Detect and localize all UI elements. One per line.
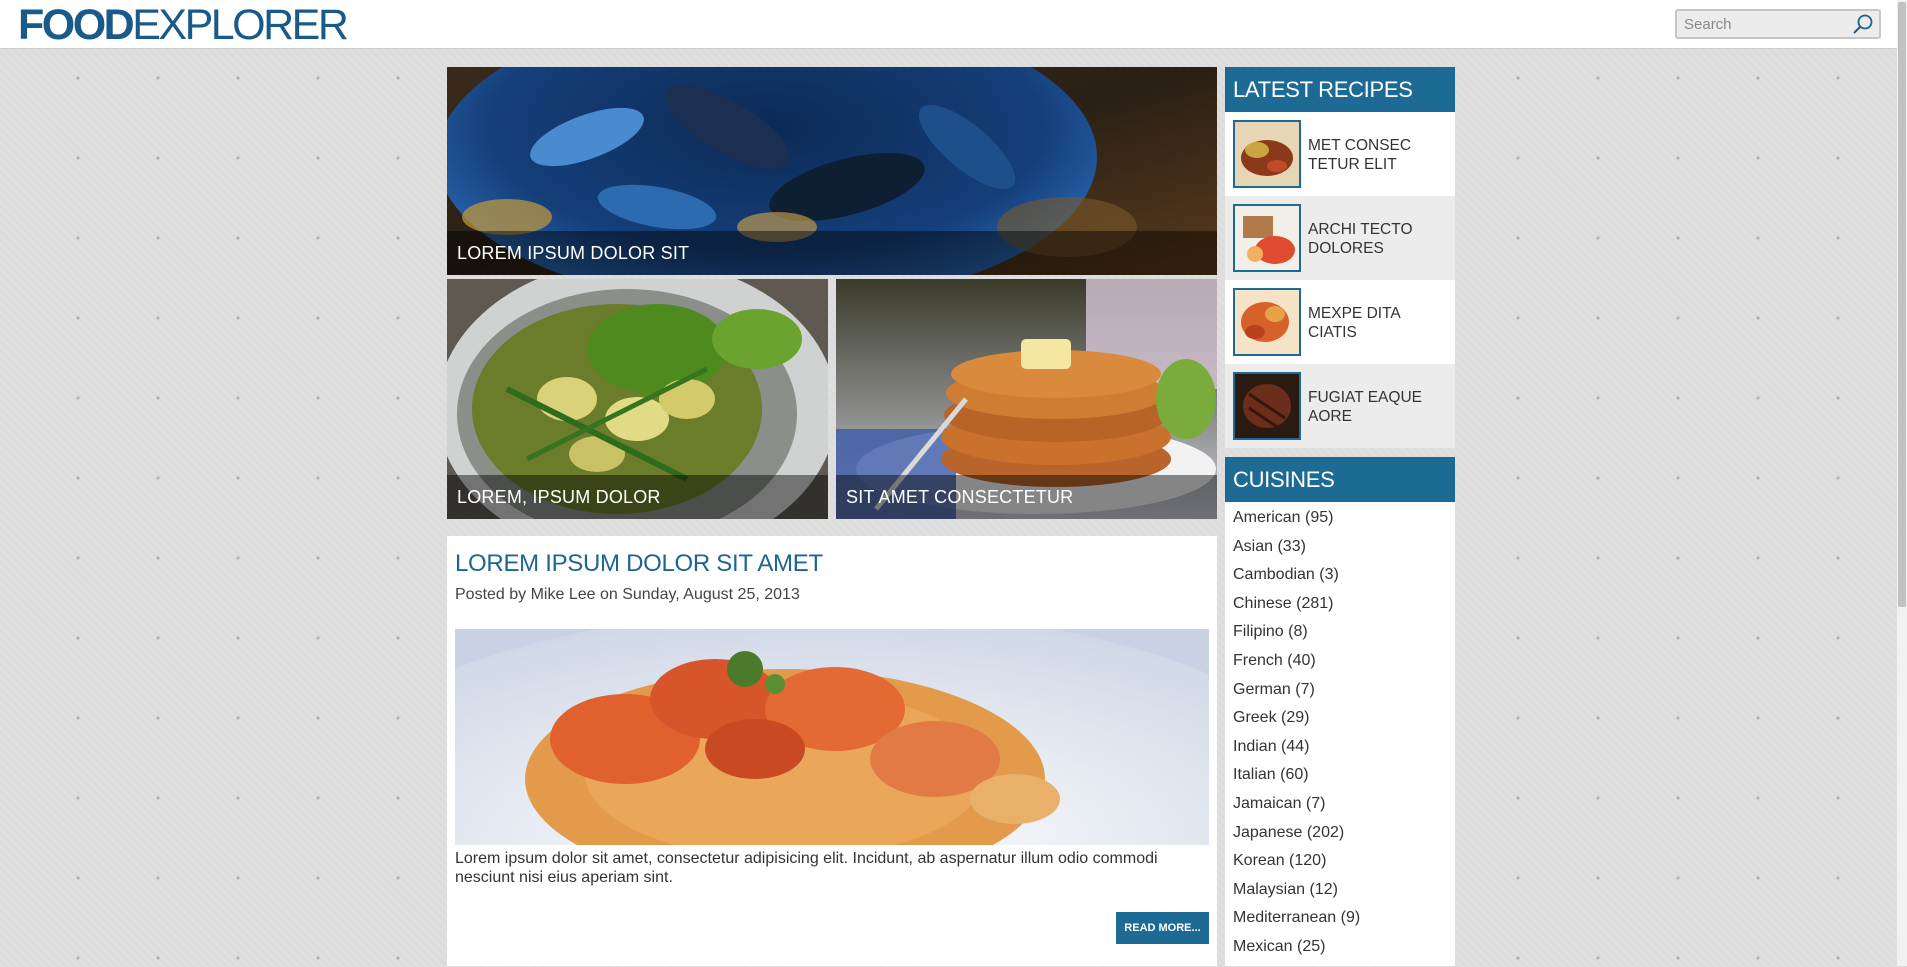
cuisine-item: Chinese (281)	[1233, 595, 1360, 624]
latest-recipes-header: LATEST RECIPES	[1225, 67, 1455, 112]
post-excerpt: Lorem ipsum dolor sit amet, consectetur …	[455, 850, 1158, 886]
recipe-thumbnail	[1233, 204, 1301, 272]
recipe-thumbnail	[1233, 288, 1301, 356]
cuisine-item: Cambodian (3)	[1233, 566, 1360, 595]
logo-food: FOOD	[18, 1, 135, 49]
cuisine-link[interactable]: Jamaican (7)	[1233, 795, 1325, 812]
cuisine-item: American (95)	[1233, 509, 1360, 538]
cuisine-item: Korean (120)	[1233, 852, 1360, 881]
cuisines-header: CUISINES	[1225, 457, 1455, 502]
cuisine-link[interactable]: Mexican (25)	[1233, 938, 1325, 955]
search-input[interactable]	[1677, 11, 1861, 37]
logo-explorer: EXPLORER	[132, 1, 349, 49]
featured-tile-salad[interactable]: LOREM, IPSUM DOLOR	[447, 279, 828, 519]
shrimp-pasta-image	[455, 629, 1209, 845]
recipe-item[interactable]: MEXPE DITA CIATIS	[1225, 280, 1455, 364]
read-more-button[interactable]: READ MORE...	[1116, 912, 1209, 944]
cuisine-link[interactable]: American (95)	[1233, 509, 1333, 526]
cuisine-item: Mediterranean (9)	[1233, 909, 1360, 938]
cuisine-item: Asian (33)	[1233, 538, 1360, 567]
cuisine-item: Indian (44)	[1233, 738, 1360, 767]
cuisine-link[interactable]: Japanese (202)	[1233, 824, 1344, 841]
recipe-item[interactable]: ARCHI TECTO DOLORES	[1225, 196, 1455, 280]
page-scrollbar[interactable]	[1897, 0, 1907, 966]
recipe-item[interactable]: FUGIAT EAQUE AORE	[1225, 364, 1455, 448]
recipe-thumbnail	[1233, 372, 1301, 440]
site-logo[interactable]: FOODEXPLORER	[18, 1, 349, 49]
cuisine-list: American (95) Asian (33) Cambodian (3) C…	[1233, 509, 1360, 967]
cuisine-link[interactable]: Cambodian (3)	[1233, 566, 1339, 583]
cuisine-link[interactable]: Filipino (8)	[1233, 623, 1308, 640]
recipe-title: ARCHI TECTO DOLORES	[1308, 221, 1413, 257]
recipe-title: MET CONSEC TETUR ELIT	[1308, 137, 1412, 173]
cuisine-link[interactable]: Malaysian (12)	[1233, 881, 1338, 898]
recipe-thumbnail	[1233, 120, 1301, 188]
cuisine-item: Malaysian (12)	[1233, 881, 1360, 910]
cuisine-link[interactable]: Indian (44)	[1233, 738, 1310, 755]
cuisine-item: Mexican (25)	[1233, 938, 1360, 967]
featured-tile-mussels[interactable]: LOREM IPSUM DOLOR SIT	[447, 67, 1217, 275]
featured-tile-pancakes[interactable]: SIT AMET CONSECTETUR	[836, 279, 1217, 519]
scrollbar-thumb[interactable]	[1898, 2, 1906, 607]
cuisine-item: Greek (29)	[1233, 709, 1360, 738]
post-title[interactable]: LOREM IPSUM DOLOR SIT AMET	[455, 550, 823, 578]
cuisine-item: Japanese (202)	[1233, 824, 1360, 853]
cuisine-item: Italian (60)	[1233, 766, 1360, 795]
recipe-title: FUGIAT EAQUE AORE	[1308, 389, 1422, 425]
blog-post: LOREM IPSUM DOLOR SIT AMET Posted by Mik…	[447, 536, 1217, 966]
search-box	[1675, 9, 1881, 39]
cuisine-link[interactable]: Italian (60)	[1233, 766, 1309, 783]
cuisine-link[interactable]: Asian (33)	[1233, 538, 1306, 555]
cuisine-item: German (7)	[1233, 681, 1360, 710]
search-icon[interactable]	[1851, 13, 1875, 35]
cuisine-item: French (40)	[1233, 652, 1360, 681]
cuisine-link[interactable]: French (40)	[1233, 652, 1316, 669]
post-meta: Posted by Mike Lee on Sunday, August 25,…	[455, 586, 800, 603]
cuisine-link[interactable]: Korean (120)	[1233, 852, 1326, 869]
cuisine-link[interactable]: Chinese (281)	[1233, 595, 1334, 612]
cuisine-link[interactable]: German (7)	[1233, 681, 1315, 698]
cuisine-item: Jamaican (7)	[1233, 795, 1360, 824]
featured-caption: SIT AMET CONSECTETUR	[836, 475, 1217, 519]
cuisine-link[interactable]: Greek (29)	[1233, 709, 1309, 726]
recipe-item[interactable]: MET CONSEC TETUR ELIT	[1225, 112, 1455, 196]
featured-caption: LOREM, IPSUM DOLOR	[447, 475, 828, 519]
cuisine-link[interactable]: Mediterranean (9)	[1233, 909, 1360, 926]
featured-caption: LOREM IPSUM DOLOR SIT	[447, 231, 1217, 275]
cuisine-item: Filipino (8)	[1233, 623, 1360, 652]
recipe-title: MEXPE DITA CIATIS	[1308, 305, 1400, 341]
top-header: FOODEXPLORER	[0, 0, 1907, 49]
post-image[interactable]	[455, 629, 1209, 845]
